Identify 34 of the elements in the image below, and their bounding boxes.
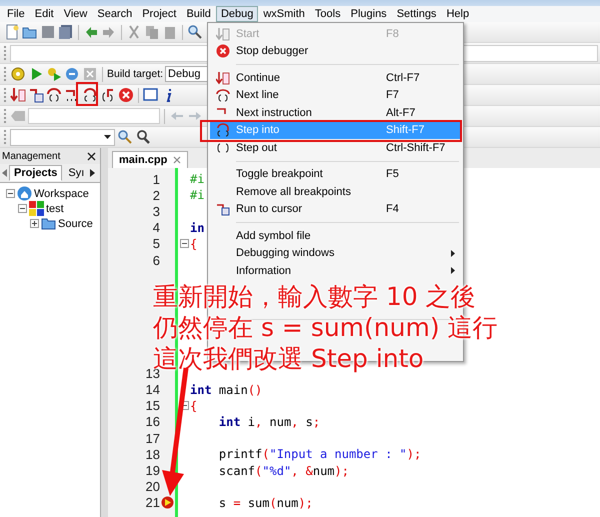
code-line: printf("Input a number : "); [218,447,422,462]
code-line: #i [190,172,204,186]
shortcut-text: Alt-F7 [386,106,416,119]
line-number: 19 [146,463,160,478]
shortcut-text: Shift-F7 [386,124,425,136]
line-number: 14 [146,382,160,398]
line-number: 21 [146,495,160,510]
code-line: int main() [190,382,262,397]
code-line: scanf("%d", &num); [218,464,349,478]
code-line: s = sum(num); [218,496,313,510]
shortcut-text: F4 [386,203,399,216]
code-line: int i, num, s; [218,414,320,429]
shortcut-text: F5 [386,168,399,180]
shortcut-text: F7 [386,89,399,102]
build-target-label: Build target: [107,68,164,80]
line-number: 5 [152,236,160,252]
panel-title: Management [2,150,60,162]
code-line: { [190,398,198,413]
line-number: 16 [146,414,160,430]
line-number: 1 [152,172,160,187]
line-number: 15 [146,398,160,414]
line-number: 17 [146,430,160,446]
line-number: 18 [146,446,160,462]
line-number: 4 [152,220,160,236]
line-number: 3 [152,204,160,219]
shortcut-text: Ctrl-Shift-F7 [386,142,446,154]
code-line: { [190,236,198,251]
shortcut-text: F8 [386,28,399,40]
code-line: #i [190,188,204,202]
line-number: 20 [146,479,160,494]
code-line: in [190,220,204,235]
line-number: 2 [152,188,160,203]
line-number: 6 [152,252,160,268]
shortcut-text: Ctrl-F7 [386,72,420,84]
